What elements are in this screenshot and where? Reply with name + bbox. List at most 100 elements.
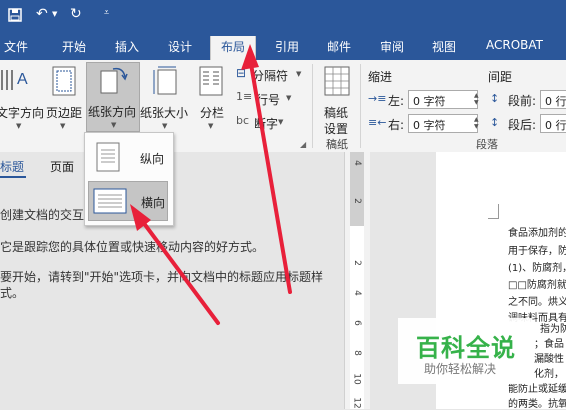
- nav-tab-pages[interactable]: 页面: [50, 158, 74, 175]
- manuscript-group-label: 稿纸: [326, 138, 348, 151]
- spacing-before-field[interactable]: 0 行: [540, 90, 566, 109]
- text-direction-icon: A: [1, 70, 28, 90]
- indent-left-spinner[interactable]: ▲ ▼: [474, 92, 479, 106]
- indent-right-spinner[interactable]: ▲ ▼: [474, 116, 479, 130]
- document-text-line: 化剂，: [534, 369, 564, 380]
- paragraph-group-label: 段落: [476, 138, 498, 151]
- ruler-number: 12: [351, 397, 362, 409]
- margin-corner-mark: [488, 204, 499, 219]
- document-text-line: ；食品: [534, 339, 564, 350]
- orientation-landscape-item[interactable]: 横向: [88, 181, 168, 221]
- portrait-icon: [96, 142, 120, 172]
- orientation-caret: ▼: [111, 121, 117, 129]
- margins-caret: ▼: [60, 122, 66, 130]
- columns-caret: ▼: [208, 122, 214, 130]
- indent-left-label: 左:: [388, 94, 405, 108]
- customize-toolbar-icon[interactable]: ⩡: [104, 8, 109, 18]
- document-text-line: 漏酸性: [534, 354, 564, 365]
- breaks-icon: ⊟: [236, 66, 247, 80]
- spacing-before-label: 段前:: [508, 94, 537, 108]
- landscape-icon: [93, 188, 127, 214]
- redo-icon[interactable]: ↻: [70, 6, 82, 22]
- indent-left-field[interactable]: 0 字符: [408, 90, 478, 109]
- nav-tab-headings[interactable]: 标题: [0, 158, 24, 175]
- line-numbers-button[interactable]: 1≡ 行号 ▼: [234, 90, 306, 108]
- watermark-title: 百科全说: [416, 334, 516, 362]
- tab-home[interactable]: 开始: [62, 38, 86, 55]
- ruler-number: 8: [351, 350, 362, 356]
- margins-icon: [52, 66, 76, 96]
- ribbon-tabs: 文件 开始 插入 设计 布局 引用 邮件 审阅 视图 ACROBAT: [0, 34, 566, 60]
- hyphenation-icon: bc: [236, 114, 250, 127]
- document-text-line: 的两类。抗氧: [508, 399, 566, 410]
- orientation-button[interactable]: 纸张方向 ▼: [86, 62, 140, 132]
- line-numbers-label: 行号: [256, 93, 281, 107]
- separator: [312, 64, 313, 148]
- size-label: 纸张大小: [140, 106, 189, 120]
- margins-label: 页边距: [46, 106, 83, 120]
- page-setup-launcher-icon[interactable]: ◢: [300, 140, 306, 149]
- ruler-number: 2: [351, 198, 362, 204]
- orientation-icon: [100, 67, 128, 94]
- undo-dropdown-icon[interactable]: ▼: [52, 10, 57, 18]
- breaks-label: 分隔符: [252, 69, 289, 83]
- nav-tab-underline: [0, 176, 26, 178]
- margins-button[interactable]: 页边距 ▼: [44, 64, 84, 130]
- watermark-subtitle: 助你轻松解决: [424, 362, 497, 376]
- size-caret: ▼: [162, 122, 168, 130]
- hyphenation-button[interactable]: bc 断字 ▼: [234, 114, 306, 132]
- tab-design[interactable]: 设计: [168, 38, 192, 55]
- ruler-number: 6: [351, 320, 362, 326]
- indent-right-icon: ≡←: [368, 116, 387, 129]
- ruler-number: 4: [351, 290, 362, 296]
- hyphenation-label: 断字: [254, 117, 279, 131]
- separator: [360, 64, 361, 148]
- indent-left-icon: →≡: [368, 92, 387, 105]
- document-text-line: 食品添加剂的: [508, 228, 566, 239]
- ruler-number: 4: [351, 160, 362, 166]
- orientation-menu: 纵向 横向: [84, 132, 174, 226]
- document-text-line: □□防腐剂就: [508, 280, 566, 291]
- breaks-button[interactable]: ⊟ 分隔符 ▼: [234, 66, 306, 84]
- tab-references[interactable]: 引用: [275, 38, 299, 55]
- undo-icon[interactable]: ↶: [36, 6, 48, 22]
- columns-label: 分栏: [200, 106, 225, 120]
- vertical-ruler[interactable]: 4 2 2 4 6 8 10 12: [344, 152, 372, 409]
- indent-header: 缩进: [368, 70, 393, 84]
- spacing-after-label: 段后:: [508, 118, 537, 132]
- indent-right-field[interactable]: 0 字符: [408, 114, 478, 133]
- manuscript-settings-button[interactable]: 稿纸 设置: [318, 64, 358, 136]
- text-direction-caret: ▼: [16, 122, 22, 130]
- document-text-line: 之不同。烘义: [508, 297, 566, 308]
- document-text-line: 指为防: [540, 324, 566, 335]
- indent-right-label: 右:: [388, 118, 405, 132]
- columns-button[interactable]: 分栏 ▼: [194, 64, 228, 130]
- text-direction-button[interactable]: A 文字方向 ▼: [0, 64, 44, 130]
- tab-layout[interactable]: 布局: [210, 36, 257, 60]
- tab-view[interactable]: 视图: [432, 38, 456, 55]
- title-bar: ↶ ▼ ↻ ⩡: [0, 0, 566, 34]
- manuscript-settings-label-1: 稿纸: [324, 106, 349, 120]
- tab-file[interactable]: 文件: [4, 38, 28, 55]
- document-text-line: 用于保存，防: [508, 246, 566, 257]
- ruler-number: 2: [351, 260, 362, 266]
- save-icon[interactable]: [8, 8, 22, 26]
- columns-icon: [199, 66, 223, 96]
- orientation-portrait-item[interactable]: 纵向: [88, 137, 168, 177]
- tab-insert[interactable]: 插入: [115, 38, 139, 55]
- document-text-line: (1)、防腐剂，: [508, 263, 566, 274]
- nav-message-line-4: 式。: [0, 286, 25, 300]
- orientation-portrait-label: 纵向: [140, 152, 165, 166]
- tab-mailings[interactable]: 邮件: [327, 38, 351, 55]
- watermark: 百科全说 助你轻松解决: [398, 318, 532, 384]
- nav-message-line-2: 它是跟踪您的具体位置或快速移动内容的好方式。: [0, 240, 265, 254]
- breaks-caret: ▼: [296, 70, 302, 78]
- spacing-before-icon: ↕: [490, 92, 500, 105]
- ruler-number: 10: [351, 373, 362, 385]
- spacing-after-field[interactable]: 0 行: [540, 114, 566, 133]
- size-button[interactable]: 纸张大小 ▼: [140, 64, 192, 130]
- tab-acrobat[interactable]: ACROBAT: [486, 38, 543, 52]
- line-numbers-icon: 1≡: [236, 90, 253, 103]
- size-icon: [153, 66, 177, 95]
- tab-review[interactable]: 审阅: [380, 38, 404, 55]
